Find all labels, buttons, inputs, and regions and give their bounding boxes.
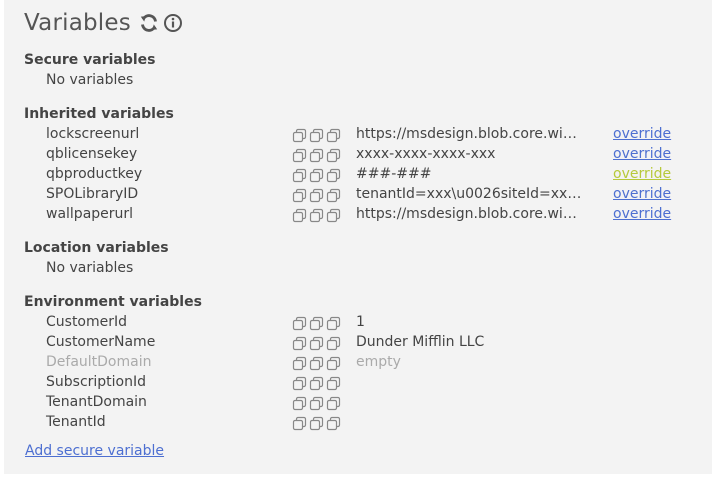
copy-buttons [292,336,341,351]
variable-value: https://msdesign.blob.core.wind… [356,126,582,142]
copy-icon[interactable] [309,396,324,411]
copy-icon[interactable] [309,208,324,223]
variable-row-wallpaperurl: wallpaperurl https://msdesign.blob.core.… [4,206,712,226]
copy-icon[interactable] [326,316,341,331]
copy-icon[interactable] [292,376,307,391]
variable-name: lockscreenurl [46,126,140,142]
variable-name: CustomerName [46,334,156,350]
copy-buttons [292,148,341,163]
environment-variables-heading: Environment variables [24,294,202,310]
copy-buttons [292,168,341,183]
copy-icon[interactable] [309,168,324,183]
copy-icon[interactable] [292,396,307,411]
copy-buttons [292,376,341,391]
variable-name: TenantDomain [46,394,147,410]
refresh-icon[interactable] [139,13,159,33]
copy-icon[interactable] [309,148,324,163]
variable-value: empty [356,354,401,370]
copy-icon[interactable] [309,128,324,143]
variable-name: qbproductkey [46,166,143,182]
variable-name: wallpaperurl [46,206,134,222]
page-title: Variables [24,10,131,36]
copy-icon[interactable] [326,396,341,411]
variable-value: https://msdesign.blob.core.wind… [356,206,582,222]
copy-icon[interactable] [292,188,307,203]
variable-row-spolibraryid: SPOLibraryID tenantId=xxx\u0026siteId=xx… [4,186,712,206]
override-link[interactable]: override [613,166,671,182]
variable-value: tenantId=xxx\u0026siteId=xxx\u… [356,186,582,202]
variable-row-qblicensekey: qblicensekey xxxx-xxxx-xxxx-xxx override [4,146,712,166]
variables-panel: Variables Secure variables No variables … [4,0,712,474]
copy-icon[interactable] [326,208,341,223]
location-variables-empty: No variables [46,260,134,276]
copy-buttons [292,416,341,431]
copy-icon[interactable] [292,128,307,143]
override-link[interactable]: override [613,126,671,142]
copy-icon[interactable] [292,336,307,351]
copy-icon[interactable] [292,208,307,223]
variable-name: SubscriptionId [46,374,147,390]
copy-icon[interactable] [309,188,324,203]
secure-variables-heading: Secure variables [24,52,156,68]
info-icon[interactable] [163,13,183,33]
override-link[interactable]: override [613,206,671,222]
copy-buttons [292,396,341,411]
copy-icon[interactable] [309,316,324,331]
override-link[interactable]: override [613,186,671,202]
variable-name: SPOLibraryID [46,186,139,202]
variable-name: TenantId [46,414,106,430]
copy-buttons [292,188,341,203]
copy-buttons [292,316,341,331]
copy-icon[interactable] [292,148,307,163]
variable-name: qblicensekey [46,146,138,162]
variable-row-tenantdomain: TenantDomain [4,394,712,414]
copy-icon[interactable] [309,336,324,351]
copy-icon[interactable] [326,148,341,163]
copy-icon[interactable] [326,356,341,371]
inherited-variables-heading: Inherited variables [24,106,174,122]
copy-icon[interactable] [292,356,307,371]
copy-icon[interactable] [309,416,324,431]
copy-icon[interactable] [326,416,341,431]
copy-icon[interactable] [292,416,307,431]
copy-icon[interactable] [292,168,307,183]
variable-name: DefaultDomain [46,354,152,370]
copy-icon[interactable] [326,336,341,351]
copy-icon[interactable] [309,376,324,391]
override-link[interactable]: override [613,146,671,162]
copy-icon[interactable] [326,168,341,183]
variable-row-defaultdomain: DefaultDomain empty [4,354,712,374]
variable-name: CustomerId [46,314,128,330]
variable-row-lockscreenurl: lockscreenurl https://msdesign.blob.core… [4,126,712,146]
add-secure-variable-link[interactable]: Add secure variable [25,443,164,459]
copy-buttons [292,356,341,371]
variable-value: Dunder Mifflin LLC [356,334,485,350]
title-row: Variables [24,10,183,36]
copy-icon[interactable] [326,128,341,143]
copy-icon[interactable] [326,188,341,203]
variable-value: ###-### [356,166,432,182]
variable-value: 1 [356,314,365,330]
variable-row-customername: CustomerName Dunder Mifflin LLC [4,334,712,354]
copy-buttons [292,208,341,223]
variable-row-subscriptionid: SubscriptionId [4,374,712,394]
variable-value: xxxx-xxxx-xxxx-xxx [356,146,496,162]
variable-row-qbproductkey: qbproductkey ###-### override [4,166,712,186]
copy-icon[interactable] [309,356,324,371]
location-variables-heading: Location variables [24,240,169,256]
copy-buttons [292,128,341,143]
copy-icon[interactable] [292,316,307,331]
copy-icon[interactable] [326,376,341,391]
variable-row-tenantid: TenantId [4,414,712,434]
variable-row-customerid: CustomerId 1 [4,314,712,334]
secure-variables-empty: No variables [46,72,134,88]
